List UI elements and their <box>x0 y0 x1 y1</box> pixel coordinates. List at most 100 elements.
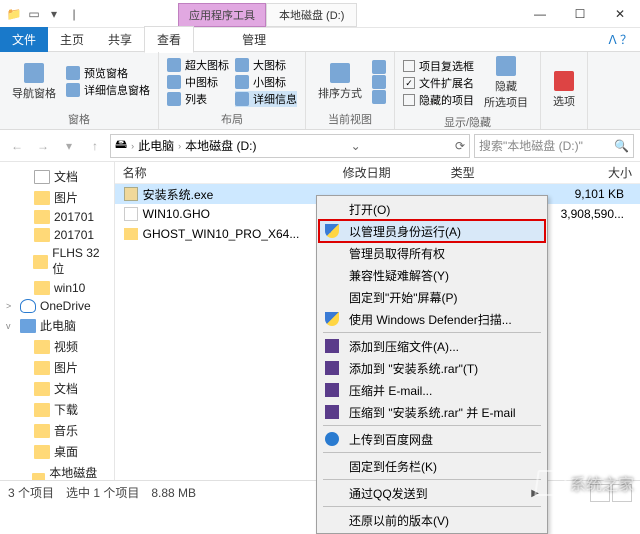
tree-item[interactable]: 下载 <box>0 399 114 420</box>
nav-pane-button[interactable]: 导航窗格 <box>8 61 60 103</box>
address-bar[interactable]: 🖴 › 此电脑 › 本地磁盘 (D:) ⌄ ⟳ <box>110 134 470 158</box>
nav-forward-button[interactable]: → <box>32 135 54 157</box>
dropdown-icon[interactable]: ⌄ <box>351 139 361 153</box>
layout-xl[interactable]: 超大图标 <box>167 57 229 73</box>
layout-list[interactable]: 列表 <box>167 91 229 107</box>
exe-icon <box>123 186 139 202</box>
tree-item[interactable]: 图片 <box>0 187 114 208</box>
tab-file[interactable]: 文件 <box>0 27 48 52</box>
menu-item[interactable]: 使用 Windows Defender扫描... <box>319 308 545 330</box>
status-count: 3 个项目 <box>8 484 54 501</box>
dropdown-icon[interactable]: ▾ <box>46 6 62 22</box>
layout-lg[interactable]: 大图标 <box>235 57 297 73</box>
tree-item[interactable]: 视频 <box>0 336 114 357</box>
menu-item[interactable]: 固定到"开始"屏幕(P) <box>319 286 545 308</box>
nav-recent-button[interactable]: ▾ <box>58 135 80 157</box>
blank-icon <box>323 266 341 284</box>
menu-item[interactable]: 打开(O) <box>319 198 545 220</box>
menu-item[interactable]: 管理员取得所有权 <box>319 242 545 264</box>
tab-home[interactable]: 主页 <box>48 27 96 52</box>
drive-icon <box>32 473 45 481</box>
breadcrumb-drive[interactable]: 本地磁盘 (D:) <box>185 137 256 154</box>
menu-item[interactable]: 还原以前的版本(V) <box>319 509 545 531</box>
tab-view[interactable]: 查看 <box>144 26 194 53</box>
sort-icon <box>330 63 350 83</box>
sort-button[interactable]: 排序方式 <box>314 61 366 103</box>
menu-item[interactable]: 兼容性疑难解答(Y) <box>319 264 545 286</box>
chk-file-extensions[interactable]: ✓文件扩展名 <box>403 75 474 91</box>
titlebar: 📁 ▭ ▾ | 应用程序工具 本地磁盘 (D:) — ☐ ✕ <box>0 0 640 28</box>
folder-icon <box>123 226 139 242</box>
tree-item[interactable]: 桌面 <box>0 441 114 462</box>
tree-item[interactable]: 文档 <box>0 166 114 187</box>
preview-pane-button[interactable]: 预览窗格 <box>66 65 150 81</box>
group-sort: 排序方式 当前视图 <box>306 52 395 129</box>
menu-item[interactable]: 压缩并 E-mail... <box>319 379 545 401</box>
view-icons-button[interactable] <box>612 484 632 502</box>
context-menu[interactable]: 打开(O)以管理员身份运行(A)管理员取得所有权兼容性疑难解答(Y)固定到"开始… <box>316 195 548 534</box>
tree-item[interactable]: 201701 <box>0 208 114 226</box>
menu-item[interactable]: 添加到 "安装系统.rar"(T) <box>319 357 545 379</box>
tree-item[interactable]: FLHS 32位 <box>0 244 114 279</box>
folder-icon <box>34 445 50 459</box>
col-size[interactable]: 大小 <box>533 164 640 181</box>
chk-item-checkboxes[interactable]: 项目复选框 <box>403 58 474 74</box>
tree-item[interactable]: 201701 <box>0 226 114 244</box>
column-headers[interactable]: 名称 修改日期 类型 大小 <box>115 162 640 184</box>
rar-icon <box>323 337 341 355</box>
col-date[interactable]: 修改日期 <box>335 164 443 181</box>
minimize-button[interactable]: — <box>520 0 560 28</box>
breadcrumb-pc[interactable]: 此电脑 <box>138 137 174 154</box>
layout-md[interactable]: 中图标 <box>167 74 229 90</box>
details-icon <box>66 83 80 97</box>
tab-share[interactable]: 共享 <box>96 27 144 52</box>
view-details-button[interactable] <box>590 484 610 502</box>
tree-item[interactable]: >OneDrive <box>0 297 114 315</box>
close-button[interactable]: ✕ <box>600 0 640 28</box>
ribbon-tabs: 文件 主页 共享 查看 管理 ᐱ ？ <box>0 28 640 52</box>
refresh-icon[interactable]: ⟳ <box>455 139 465 153</box>
blank-icon <box>323 288 341 306</box>
menu-separator <box>323 452 541 453</box>
nav-tree[interactable]: 文档图片201701201701FLHS 32位win10>OneDrivev此… <box>0 162 115 480</box>
tree-item[interactable]: 本地磁盘 (C:) <box>0 462 114 480</box>
folder-icon <box>34 382 50 396</box>
tree-item[interactable]: 文档 <box>0 378 114 399</box>
col-type[interactable]: 类型 <box>443 164 533 181</box>
menu-item[interactable]: 固定到任务栏(K) <box>319 455 545 477</box>
details-pane-button[interactable]: 详细信息窗格 <box>66 82 150 98</box>
col-name[interactable]: 名称 <box>115 164 335 181</box>
menu-item[interactable]: 压缩到 "安装系统.rar" 并 E-mail <box>319 401 545 423</box>
tree-item[interactable]: 音乐 <box>0 420 114 441</box>
search-input[interactable]: 搜索"本地磁盘 (D:)" 🔍 <box>474 134 634 158</box>
context-tab-apptools[interactable]: 应用程序工具 <box>178 3 266 27</box>
chevron-right-icon[interactable]: › <box>178 141 181 151</box>
tree-item[interactable]: 图片 <box>0 357 114 378</box>
layout-sm[interactable]: 小图标 <box>235 74 297 90</box>
chevron-right-icon[interactable]: › <box>131 141 134 151</box>
menu-item[interactable]: 添加到压缩文件(A)... <box>319 335 545 357</box>
maximize-button[interactable]: ☐ <box>560 0 600 28</box>
nav-up-button[interactable]: ↑ <box>84 135 106 157</box>
preview-icon <box>66 66 80 80</box>
menu-item[interactable]: 通过QQ发送到▶ <box>319 482 545 504</box>
nav-back-button[interactable]: ← <box>6 135 28 157</box>
status-size: 8.88 MB <box>151 486 196 500</box>
chk-hidden-items[interactable]: 隐藏的项目 <box>403 92 474 108</box>
menu-item[interactable]: 以管理员身份运行(A) <box>319 220 545 242</box>
status-selected: 选中 1 个项目 <box>66 484 139 501</box>
menu-item[interactable]: 上传到百度网盘 <box>319 428 545 450</box>
ribbon-collapse-icon[interactable]: ᐱ ？ <box>600 31 640 48</box>
tab-manage[interactable]: 管理 <box>230 27 278 52</box>
hide-selected-button[interactable]: 隐藏 所选项目 <box>480 54 532 112</box>
folder-icon <box>34 210 50 224</box>
properties-icon[interactable]: ▭ <box>26 6 42 22</box>
group-layout: 超大图标 中图标 列表 大图标 小图标 详细信息 布局 <box>159 52 306 129</box>
tree-item[interactable]: win10 <box>0 279 114 297</box>
title-location: 本地磁盘 (D:) <box>266 3 357 27</box>
doc-icon <box>34 170 50 184</box>
tree-item[interactable]: v此电脑 <box>0 315 114 336</box>
options-button[interactable]: 选项 <box>549 69 579 111</box>
layout-details[interactable]: 详细信息 <box>235 91 297 107</box>
folder-icon: 📁 <box>6 6 22 22</box>
